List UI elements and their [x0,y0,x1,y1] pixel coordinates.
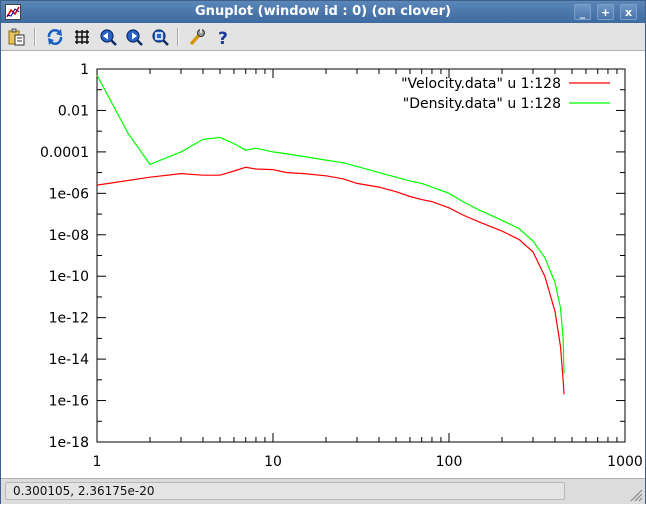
help-icon[interactable]: ? [213,27,233,47]
settings-wrench-icon[interactable] [187,27,207,47]
y-tick-label: 1e-08 [49,228,89,244]
toolbar-separator [34,28,36,46]
copy-to-clipboard-icon[interactable] [7,27,27,47]
y-tick-label: 1e-12 [49,311,89,327]
minimize-button[interactable]: _ [574,4,591,20]
toolbar-separator [177,28,179,46]
title-bar[interactable]: Gnuplot (window id : 0) (on clover) _ + … [1,1,645,23]
plot-border [96,68,626,443]
plot-canvas[interactable]: 1 10 100 1000 1 0.01 0.0001 1e-06 1e-08 1e-10 1e-1… [1,51,645,478]
status-bar: 0.300105, 2.36175e-20 [1,478,645,504]
replot-icon[interactable] [45,27,65,47]
y-tick-label: 0.0001 [40,145,89,161]
previous-zoom-icon[interactable] [98,27,118,47]
close-button[interactable]: x [620,4,637,20]
density-series-line [96,74,565,374]
plot-svg[interactable]: 1 10 100 1000 1 0.01 0.0001 1e-06 1e-08 1e-10 1e-1… [1,51,645,478]
y-tick-label: 1e-16 [49,394,89,410]
mouse-coordinates-readout: 0.300105, 2.36175e-20 [5,482,565,500]
y-tick-label: 1e-14 [49,352,89,368]
y-tick-label: 1e-06 [49,186,89,202]
x-tick-label: 10 [264,454,282,470]
window-title: Gnuplot (window id : 0) (on clover) [195,4,451,19]
x-tick-label: 1000 [607,454,643,470]
grid-icon[interactable] [72,27,92,47]
velocity-series-line [96,166,565,395]
legend-label-velocity: "Velocity.data" u 1:128 [401,76,561,92]
toolbar: ? [1,23,645,51]
next-zoom-icon[interactable] [124,27,144,47]
y-tick-label: 0.01 [58,103,89,119]
maximize-button[interactable]: + [597,4,614,20]
resize-grip-icon[interactable] [627,486,643,502]
y-tick-label: 1e-18 [49,435,89,451]
legend-label-density: "Density.data" u 1:128 [403,96,561,112]
x-tick-label: 1 [93,454,102,470]
autoscale-icon[interactable] [150,27,170,47]
x-tick-label: 100 [436,454,463,470]
y-tick-label: 1 [80,62,89,78]
svg-text:?: ? [218,29,228,46]
gnuplot-window: Gnuplot (window id : 0) (on clover) _ + … [0,0,646,504]
y-tick-label: 1e-10 [49,269,89,285]
